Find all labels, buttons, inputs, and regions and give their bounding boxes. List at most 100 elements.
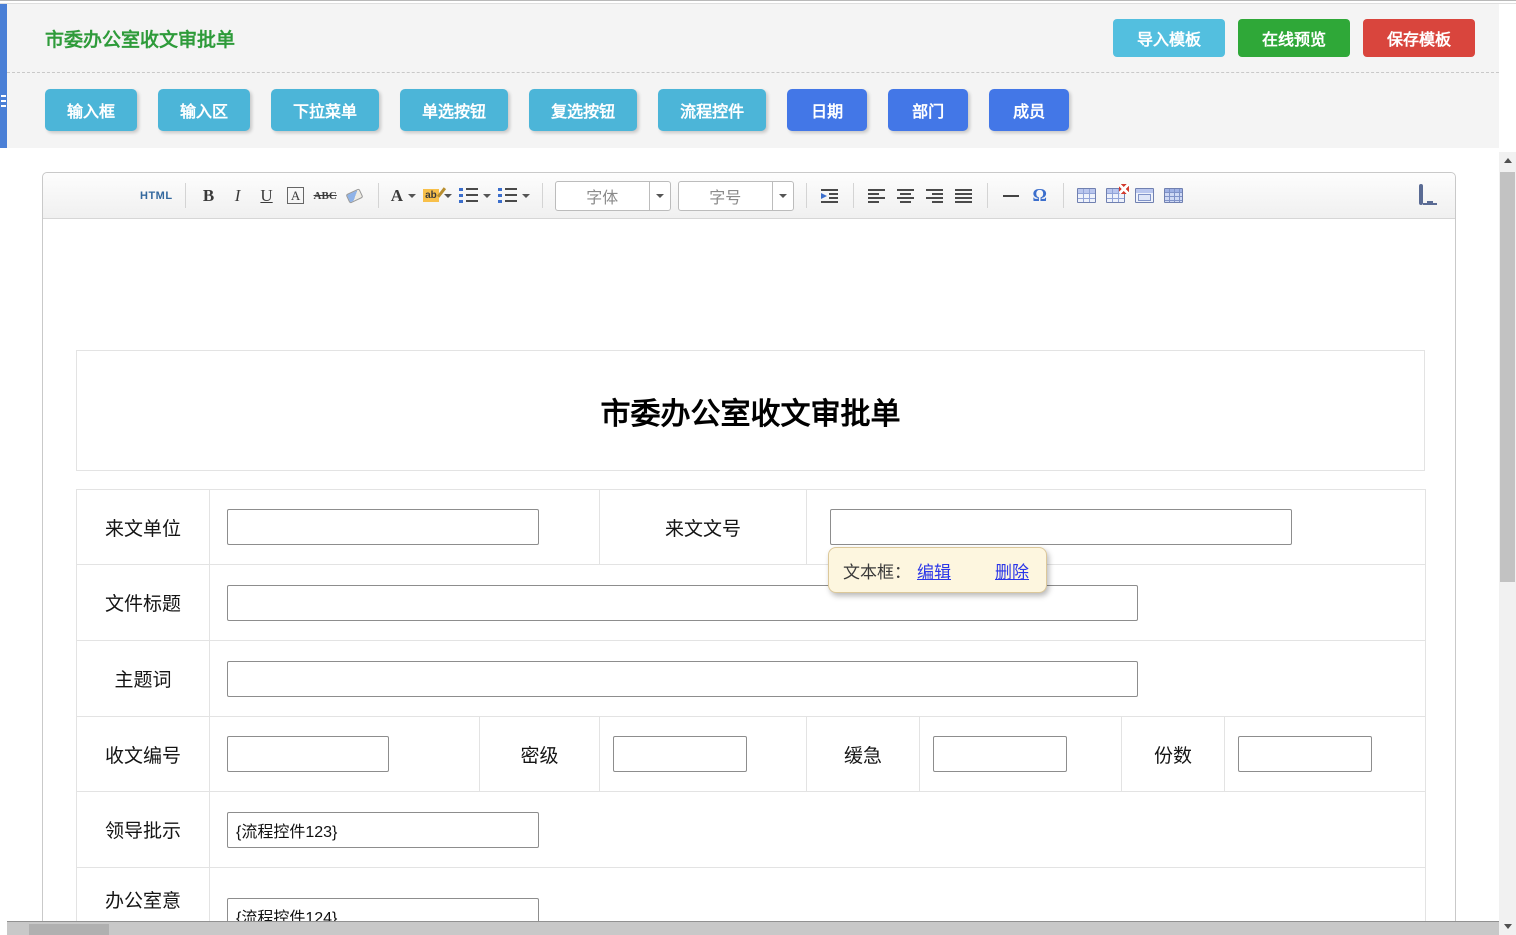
strikethrough-button[interactable]: ABC xyxy=(314,182,337,210)
label-urgency: 缓急 xyxy=(807,717,920,792)
label-copies: 份数 xyxy=(1122,717,1225,792)
arrow-up-icon xyxy=(1504,158,1512,163)
eraser-icon xyxy=(346,188,364,203)
align-left-button[interactable] xyxy=(866,182,888,210)
boxed-a-icon: A xyxy=(287,187,304,204)
scroll-down-button[interactable] xyxy=(1499,918,1516,934)
ordered-list-button[interactable] xyxy=(459,182,491,210)
left-panel-strip[interactable] xyxy=(0,4,7,148)
remove-format-button[interactable] xyxy=(344,182,366,210)
widget-toolbar: 输入框 输入区 下拉菜单 单选按钮 复选按钮 流程控件 日期 部门 成员 xyxy=(7,73,1499,147)
widget-input-box-button[interactable]: 输入框 xyxy=(45,89,137,131)
table-row: 领导批示 xyxy=(77,792,1426,868)
editor-panel: HTML B I U A ABC A ab 字体 字号 Ω xyxy=(42,172,1456,935)
label-leader-comment: 领导批示 xyxy=(77,792,210,868)
form-table: 来文单位 来文文号 文件标题 主题词 收文编号 密级 xyxy=(76,489,1426,934)
label-secrecy: 密级 xyxy=(480,717,600,792)
page: 市委办公室收文审批单 导入模板 在线预览 保存模板 输入框 输入区 下拉菜单 单… xyxy=(0,0,1516,935)
tooltip-delete-link[interactable]: 删除 xyxy=(995,558,1029,583)
toolbar-separator xyxy=(1063,183,1064,208)
widget-date-button[interactable]: 日期 xyxy=(787,89,867,131)
merge-cells-icon xyxy=(1135,188,1154,203)
font-color-button[interactable]: A xyxy=(391,182,416,210)
italic-button[interactable]: I xyxy=(227,182,249,210)
tooltip-label: 文本框： xyxy=(843,558,911,583)
label-source-unit: 来文单位 xyxy=(77,490,210,565)
bold-button[interactable]: B xyxy=(198,182,220,210)
chevron-down-icon xyxy=(779,194,787,198)
secrecy-input[interactable] xyxy=(613,736,747,772)
form-title: 市委办公室收文审批单 xyxy=(601,389,901,433)
font-color-icon: A xyxy=(391,186,403,206)
align-justify-button[interactable] xyxy=(953,182,975,210)
delete-table-button[interactable] xyxy=(1105,182,1127,210)
table-properties-button[interactable] xyxy=(1163,182,1185,210)
font-size-select[interactable]: 字号 xyxy=(678,181,794,211)
doc-number-input[interactable] xyxy=(830,509,1292,545)
horizontal-rule-icon xyxy=(1003,195,1019,197)
label-receipt-number: 收文编号 xyxy=(77,717,210,792)
align-right-button[interactable] xyxy=(924,182,946,210)
align-center-button[interactable] xyxy=(895,182,917,210)
merge-cells-button[interactable] xyxy=(1134,182,1156,210)
save-template-button[interactable]: 保存模板 xyxy=(1363,19,1475,57)
font-family-select[interactable]: 字体 xyxy=(555,181,671,211)
receipt-number-input[interactable] xyxy=(227,736,389,772)
tooltip-edit-link[interactable]: 编辑 xyxy=(917,558,951,583)
toolbar-separator xyxy=(185,183,186,208)
indent-icon xyxy=(821,189,838,203)
source-code-button[interactable]: HTML xyxy=(140,182,173,210)
align-left-icon xyxy=(868,189,885,203)
align-center-icon xyxy=(897,189,914,203)
toolbar-separator xyxy=(853,183,854,208)
chevron-down-icon xyxy=(522,194,530,198)
editor-content[interactable]: 市委办公室收文审批单 来文单位 来文文号 文件标题 主 xyxy=(43,219,1455,934)
widget-input-area-button[interactable]: 输入区 xyxy=(158,89,250,131)
horizontal-scrollbar[interactable] xyxy=(7,921,1499,935)
page-title: 市委办公室收文审批单 xyxy=(45,25,235,52)
border-text-button[interactable]: A xyxy=(285,182,307,210)
source-unit-input[interactable] xyxy=(227,509,539,545)
dropdown-arrow-button[interactable] xyxy=(772,182,793,210)
insert-table-button[interactable] xyxy=(1076,182,1098,210)
chevron-down-icon xyxy=(483,194,491,198)
fullscreen-button[interactable] xyxy=(1419,186,1441,205)
highlight-icon: ab xyxy=(423,189,439,202)
table-row: 主题词 xyxy=(77,641,1426,717)
label-doc-number: 来文文号 xyxy=(600,490,807,565)
online-preview-button[interactable]: 在线预览 xyxy=(1238,19,1350,57)
vertical-scrollbar[interactable] xyxy=(1499,152,1516,935)
underline-button[interactable]: U xyxy=(256,182,278,210)
leader-comment-input[interactable] xyxy=(227,812,539,848)
scrollbar-thumb[interactable] xyxy=(1500,172,1515,582)
widget-tooltip: 文本框： 编辑 删除 xyxy=(828,547,1047,593)
header: 市委办公室收文审批单 导入模板 在线预览 保存模板 输入框 输入区 下拉菜单 单… xyxy=(7,4,1499,148)
chevron-down-icon xyxy=(408,194,416,198)
widget-department-button[interactable]: 部门 xyxy=(888,89,968,131)
highlight-color-button[interactable]: ab xyxy=(423,182,452,210)
arrow-down-icon xyxy=(1504,924,1512,929)
import-template-button[interactable]: 导入模板 xyxy=(1113,19,1225,57)
scroll-up-button[interactable] xyxy=(1499,152,1516,168)
toolbar-separator xyxy=(806,183,807,208)
toolbar-separator xyxy=(987,183,988,208)
bullet-list-button[interactable] xyxy=(498,182,530,210)
horizontal-rule-button[interactable] xyxy=(1000,182,1022,210)
table-row: 收文编号 密级 缓急 份数 xyxy=(77,717,1426,792)
copies-input[interactable] xyxy=(1238,736,1372,772)
widget-member-button[interactable]: 成员 xyxy=(989,89,1069,131)
label-keywords: 主题词 xyxy=(77,641,210,717)
indent-button[interactable] xyxy=(819,182,841,210)
urgency-input[interactable] xyxy=(933,736,1067,772)
widget-flow-control-button[interactable]: 流程控件 xyxy=(658,89,766,131)
special-char-button[interactable]: Ω xyxy=(1029,182,1051,210)
widget-radio-button[interactable]: 单选按钮 xyxy=(400,89,508,131)
dropdown-arrow-button[interactable] xyxy=(649,182,670,210)
widget-checkbox-button[interactable]: 复选按钮 xyxy=(529,89,637,131)
keywords-input[interactable] xyxy=(227,661,1138,697)
header-actions: 导入模板 在线预览 保存模板 xyxy=(1113,19,1475,57)
table-properties-icon xyxy=(1164,188,1183,203)
label-doc-title: 文件标题 xyxy=(77,565,210,641)
ordered-list-icon xyxy=(459,188,463,204)
widget-dropdown-button[interactable]: 下拉菜单 xyxy=(271,89,379,131)
